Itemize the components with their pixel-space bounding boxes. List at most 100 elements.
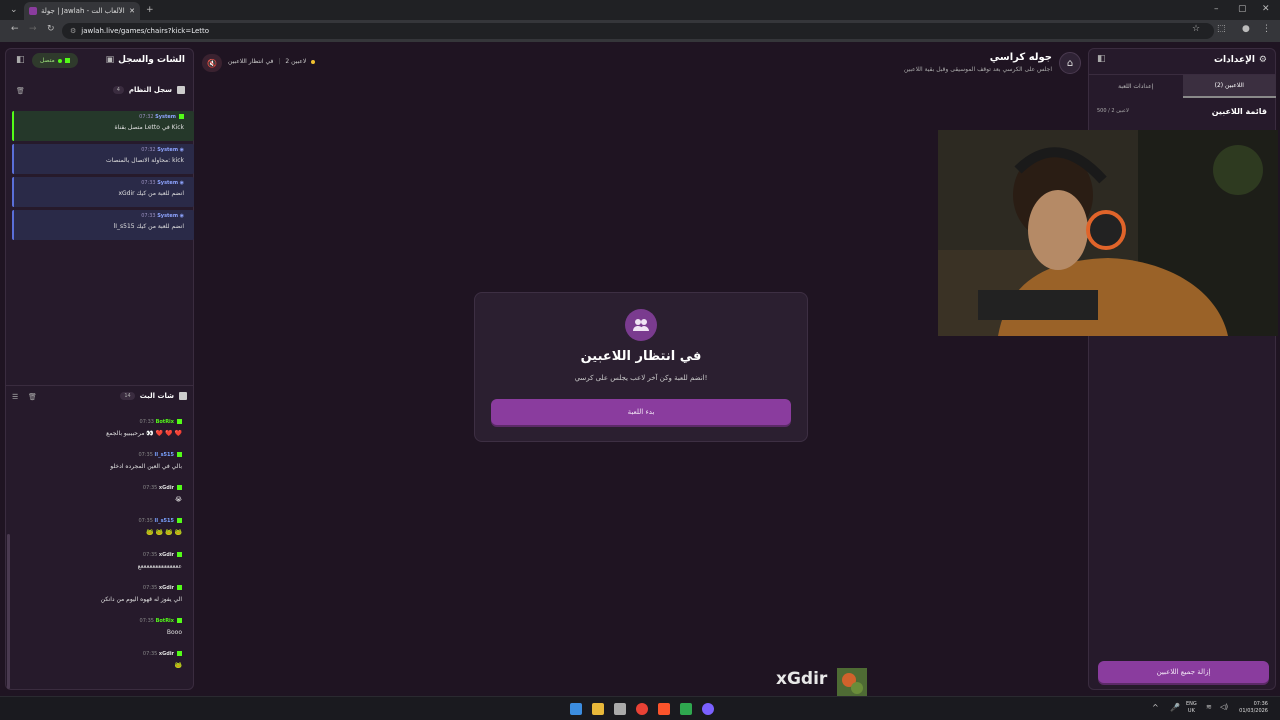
- kick-logo-icon: [179, 114, 184, 119]
- message-time: 07:35: [138, 452, 153, 458]
- message-text: 🐸 🐸 🐸 🐸: [146, 529, 182, 536]
- kick-logo-icon: [64, 58, 70, 63]
- extensions-icon[interactable]: ⬚: [1217, 24, 1226, 34]
- message-text: ععععععععععععععع: [137, 563, 182, 570]
- message-time: 07:35: [138, 518, 153, 524]
- message-time: 07:35: [142, 585, 158, 591]
- message-user[interactable]: xGdir: [159, 552, 174, 558]
- chat-message: 07:35 lI_s515 بالي في العين المجرده ادخلو: [12, 452, 192, 470]
- system-message: 07:32 System ◉ محاولة الاتصال بالمنصات: …: [12, 144, 194, 174]
- brave-icon[interactable]: [658, 703, 670, 715]
- tab-search-icon[interactable]: ⌄: [10, 5, 18, 15]
- clear-chat-trash-icon[interactable]: 🗑: [28, 393, 37, 401]
- profile-icon[interactable]: ●: [1242, 24, 1250, 34]
- app-icon[interactable]: [680, 703, 692, 715]
- url-text: jawlah.live/games/chairs?kick=Letto: [81, 27, 210, 35]
- forward-icon[interactable]: →: [29, 24, 37, 34]
- kick-logo-icon: [177, 452, 182, 457]
- store-icon[interactable]: [614, 703, 626, 715]
- status-dot-icon: [311, 59, 316, 64]
- streamer-avatar: [837, 668, 867, 698]
- message-text: الي يفوز له قهوه اليوم من دانكن: [100, 596, 182, 603]
- terminal-icon: [177, 86, 185, 94]
- microphone-icon[interactable]: 🎤: [1170, 703, 1180, 712]
- chat-message: 07:35 xGdir الي يفوز له قهوه اليوم من دان…: [12, 585, 192, 603]
- settings-header: الإعدادات ⚙: [1214, 55, 1267, 65]
- collapse-settings-icon[interactable]: ◧: [1097, 54, 1106, 64]
- chat-message: 07:35 xGdir ععععععععععععععع: [12, 552, 192, 570]
- streamer-name: xGdir: [776, 669, 828, 689]
- tray-chevron-icon[interactable]: ^: [1152, 703, 1159, 712]
- wifi-icon[interactable]: ≋: [1206, 703, 1212, 711]
- message-time: 07:35: [142, 485, 158, 491]
- file-explorer-icon[interactable]: [592, 703, 604, 715]
- system-log-title: سجل النظام: [128, 86, 172, 94]
- kick-logo-icon: [177, 585, 182, 590]
- volume-icon[interactable]: ◁): [1220, 703, 1228, 711]
- clear-log-trash-icon[interactable]: 🗑: [16, 87, 25, 95]
- chat-log-panel: ◧ متصل ▣ الشات والسجل 🗑 4 سجل النظام 07:…: [5, 48, 194, 690]
- connection-status: متصل: [40, 57, 55, 64]
- message-user[interactable]: BotRix: [156, 618, 174, 624]
- new-tab-icon[interactable]: +: [146, 5, 154, 15]
- message-user[interactable]: xGdir: [159, 485, 174, 491]
- chrome-icon[interactable]: [636, 703, 648, 715]
- tab-close-icon[interactable]: ✕: [129, 7, 135, 15]
- tab-players[interactable]: اللاعبين (2): [1182, 75, 1276, 98]
- live-chat-header: 14 شات البث: [120, 392, 187, 400]
- system-message-text: محاولة الاتصال بالمنصات: kick: [106, 157, 184, 164]
- mute-sound-icon[interactable]: 🔇: [202, 54, 222, 72]
- left-panel-title: الشات والسجل: [118, 55, 185, 65]
- system-message: 07:32 System متصل بقناة Letto في Kick: [12, 111, 194, 141]
- kick-logo-icon: [177, 618, 182, 623]
- message-text: 🐸: [174, 662, 182, 669]
- maximize-icon[interactable]: ▢: [1238, 4, 1247, 14]
- message-user[interactable]: BotRix: [156, 419, 174, 425]
- language-indicator[interactable]: ENG UK: [1186, 701, 1197, 715]
- message-user[interactable]: xGdir: [159, 585, 174, 591]
- message-text: Booo: [166, 629, 182, 636]
- message-text: بالي في العين المجرده ادخلو: [110, 463, 182, 470]
- clock[interactable]: 07:36 01/03/2026: [1234, 701, 1268, 715]
- filter-icon[interactable]: ☰: [12, 393, 18, 401]
- system-message-text: xGdir انضم للعبة من كيك: [118, 190, 184, 197]
- remove-all-players-button[interactable]: إزالة جميع اللاعبين: [1098, 661, 1269, 683]
- start-game-button[interactable]: بدء اللعبة: [491, 399, 791, 425]
- players-list-title: قائمة اللاعبين: [1211, 107, 1267, 116]
- discord-icon[interactable]: [702, 703, 714, 715]
- browser-tab-bar: ⌄ جولة | Jawlah - منصة الألعاب الت ✕ + –…: [0, 0, 1280, 20]
- message-text: 😭: [174, 496, 182, 503]
- window-close-icon[interactable]: ✕: [1262, 4, 1270, 14]
- system-message-text: lI_s515 انضم للعبة من كيك: [113, 223, 184, 230]
- game-subtitle: اجلس على الكرسي بعد توقف الموسيقى وقبل ب…: [903, 66, 1052, 73]
- home-icon[interactable]: ⌂: [1059, 52, 1081, 74]
- tab-game-settings[interactable]: إعدادات اللعبة: [1089, 75, 1183, 98]
- system-log-count: 4: [112, 86, 124, 94]
- system-message-text: متصل بقناة Letto في Kick: [114, 124, 184, 131]
- message-user[interactable]: xGdir: [159, 651, 174, 657]
- message-time: 07:35: [142, 552, 158, 558]
- bookmark-star-icon[interactable]: ☆: [1192, 24, 1200, 34]
- browser-tab[interactable]: جولة | Jawlah - منصة الألعاب الت ✕: [24, 2, 140, 20]
- message-user[interactable]: lI_s515: [155, 518, 175, 524]
- url-field[interactable]: ⚙ jawlah.live/games/chairs?kick=Letto: [62, 23, 1214, 39]
- connection-badge: متصل: [32, 53, 78, 68]
- kick-logo-icon: [177, 518, 182, 523]
- message-text: مرحبيبيو بالجمع 👀 ❤️ ❤️ ❤️: [106, 430, 182, 437]
- chat-message: 07:35 lI_s515 🐸 🐸 🐸 🐸: [12, 518, 192, 536]
- back-icon[interactable]: ←: [11, 24, 19, 34]
- message-time: 07:35: [142, 651, 158, 657]
- chat-scrollbar[interactable]: [7, 534, 10, 689]
- kick-logo-icon: [177, 419, 182, 424]
- menu-icon[interactable]: ⋮: [1262, 24, 1271, 34]
- left-panel-header: ▣ الشات والسجل: [106, 55, 185, 65]
- minimize-icon[interactable]: –: [1214, 4, 1219, 14]
- kick-logo-icon: [177, 552, 182, 557]
- chat-message: 07:33 BotRix مرحبيبيو بالجمع 👀 ❤️ ❤️ ❤️: [12, 419, 192, 437]
- windows-start-icon[interactable]: [570, 703, 582, 715]
- site-info-icon[interactable]: ⚙: [70, 27, 76, 35]
- collapse-panel-icon[interactable]: ◧: [16, 55, 25, 65]
- players-group-icon: [625, 309, 657, 341]
- reload-icon[interactable]: ↻: [47, 24, 55, 34]
- message-user[interactable]: lI_s515: [155, 452, 175, 458]
